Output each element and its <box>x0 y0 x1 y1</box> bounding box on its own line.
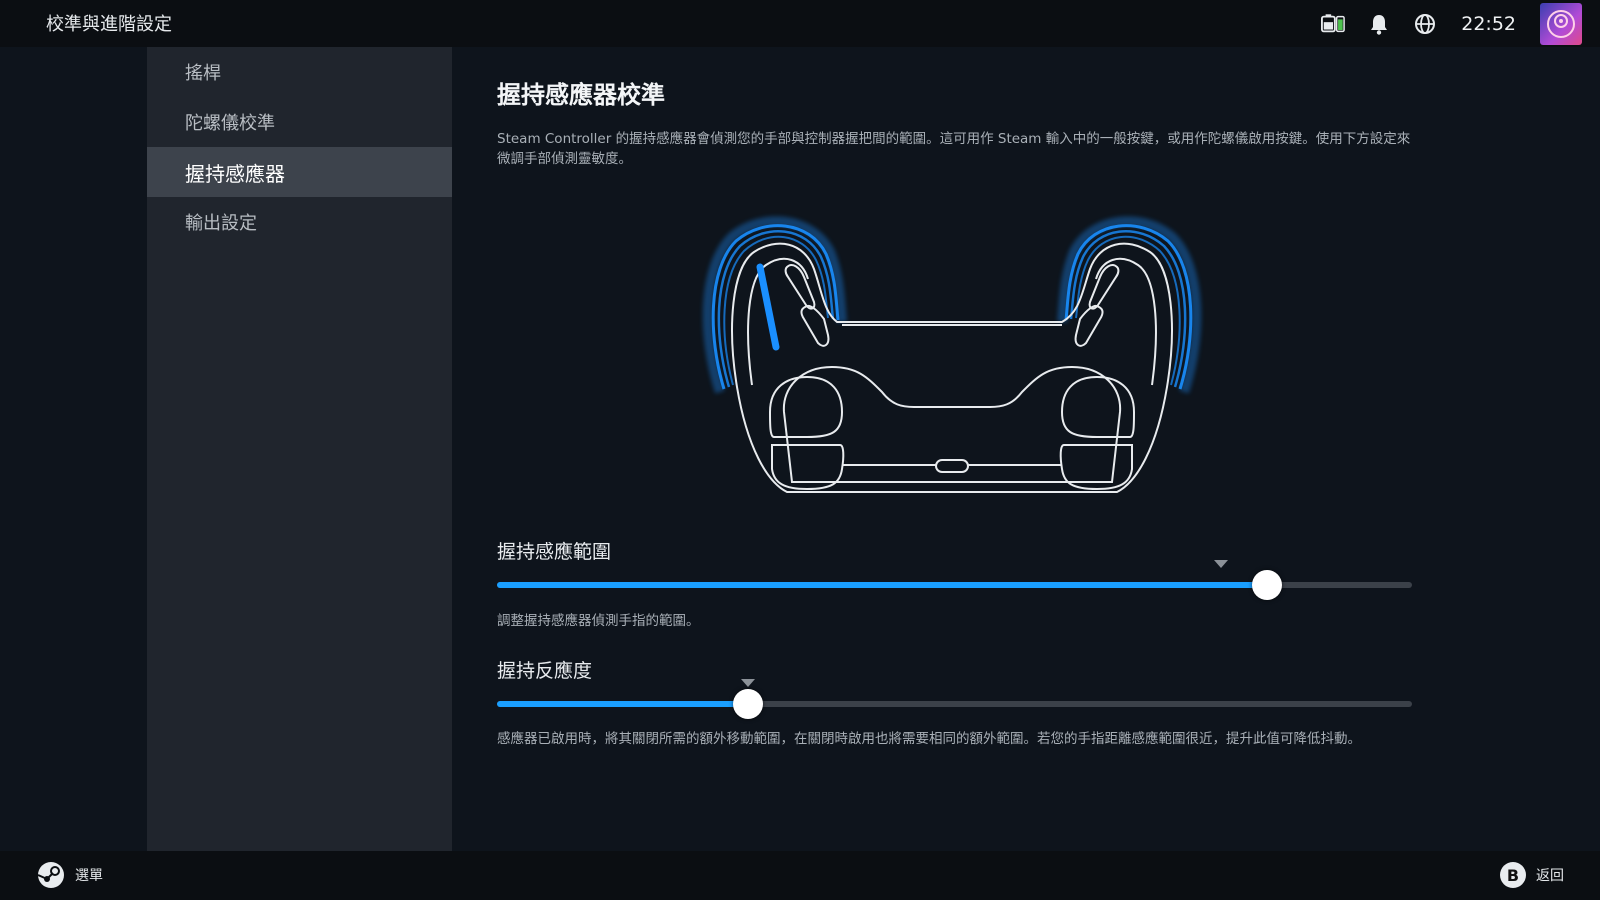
section-description: Steam Controller 的握持感應器會偵測您的手部與控制器握把間的範圍… <box>497 131 1411 167</box>
grip-range-fill <box>497 582 1268 588</box>
sidebar-item-grip-sensor[interactable]: 握持感應器 <box>147 147 452 197</box>
grip-responsiveness-thumb[interactable] <box>732 689 763 719</box>
controller-illustration <box>692 207 1212 547</box>
clock: 22:52 <box>1461 12 1516 35</box>
b-button-icon: B <box>1500 862 1526 888</box>
sidebar-item-joystick[interactable]: 搖桿 <box>147 47 452 97</box>
menu-label: 選單 <box>75 868 103 884</box>
section-title: 握持感應器校準 <box>497 81 665 109</box>
grip-responsiveness-notch <box>740 679 755 687</box>
sidebar-item-output-settings[interactable]: 輸出設定 <box>147 197 452 247</box>
status-area: 22:52 <box>1321 0 1600 47</box>
grip-responsiveness-setting: 握持反應度 感應器已啟用時，將其關閉所需的額外移動範圍，在關閉時啟用也將需要相同… <box>497 656 1412 756</box>
menu-hint[interactable]: 選單 <box>37 861 103 889</box>
steam-icon <box>37 862 64 888</box>
grip-responsiveness-label: 握持反應度 <box>497 660 593 682</box>
globe-icon[interactable] <box>1413 12 1437 36</box>
grip-range-thumb[interactable] <box>1252 570 1283 600</box>
grip-range-help: 調整握持感應器偵測手指的範圍。 <box>497 613 700 629</box>
main-panel: 握持感應器校準 Steam Controller 的握持感應器會偵測您的手部與控… <box>452 47 1600 851</box>
grip-responsiveness-help: 感應器已啟用時，將其關閉所需的額外移動範圍，在關閉時啟用也將需要相同的額外範圍。… <box>497 731 1361 747</box>
grip-range-setting: 握持感應範圍 調整握持感應器偵測手指的範圍。 <box>497 537 1412 637</box>
back-hint[interactable]: B 返回 <box>1500 862 1564 888</box>
grip-responsiveness-fill <box>497 701 748 707</box>
grip-range-slider[interactable] <box>497 560 1412 600</box>
bottom-bar: 選單 B 返回 <box>0 851 1600 900</box>
page-title: 校準與進階設定 <box>46 14 172 35</box>
sidebar: 搖桿 陀螺儀校準 握持感應器 輸出設定 <box>147 47 452 851</box>
battery-icon[interactable] <box>1321 12 1346 36</box>
sidebar-item-gyro-calibration[interactable]: 陀螺儀校準 <box>147 97 452 147</box>
grip-range-notch <box>1213 560 1228 568</box>
top-bar: 校準與進階設定 22:52 <box>0 0 1600 47</box>
avatar[interactable] <box>1540 2 1582 45</box>
back-label: 返回 <box>1536 868 1564 884</box>
grip-range-label: 握持感應範圍 <box>497 541 612 563</box>
grip-responsiveness-slider[interactable] <box>497 679 1412 719</box>
bell-icon[interactable] <box>1367 12 1391 36</box>
